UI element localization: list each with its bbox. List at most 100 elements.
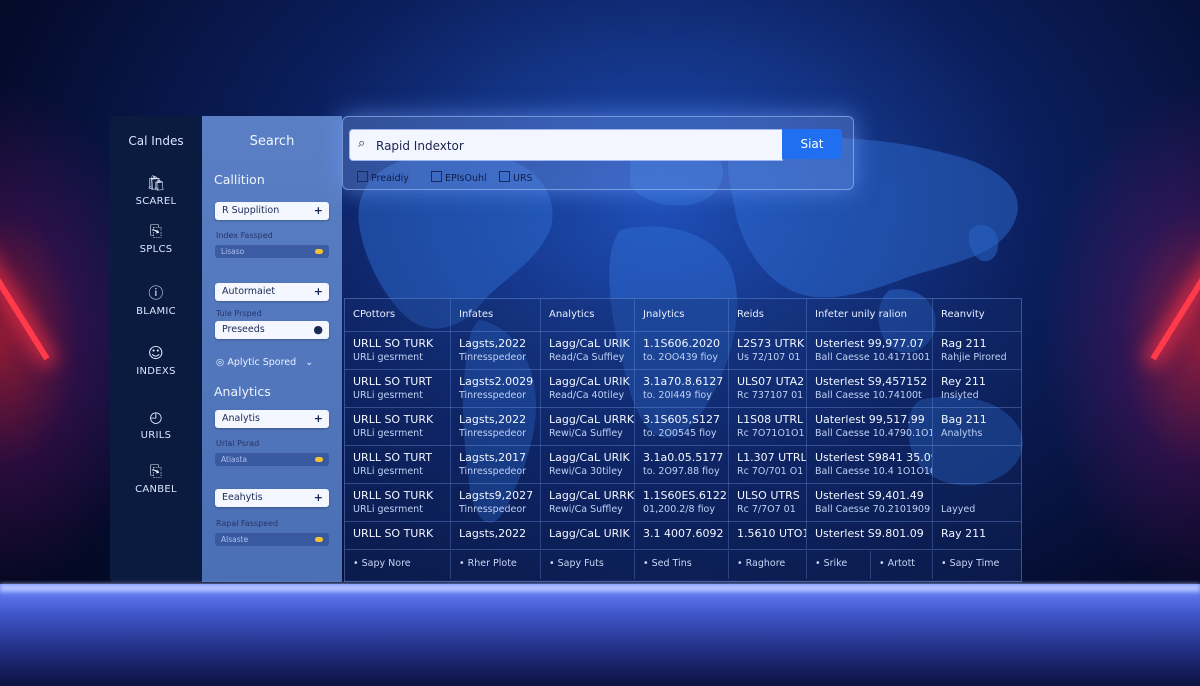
plus-icon: + [313, 285, 323, 298]
filter-bar-label: Alsaste [221, 535, 249, 544]
table-cell: URLL SO TURT URLi gesrment [345, 445, 451, 483]
floor-surface [0, 584, 1200, 686]
plus-icon: + [313, 204, 323, 217]
option-label: Preaidiy [371, 173, 409, 184]
footer-link[interactable]: • Sapy Time [933, 551, 1021, 579]
filter-toggle-bar[interactable]: Atiasta [215, 453, 329, 466]
table-row[interactable]: URLL SO TURT URLi gesrment Lagsts2.0029 Ti… [345, 369, 1021, 408]
nav-item-indexs[interactable]: ☺ INDEXS [110, 344, 202, 377]
table-row[interactable]: URLL SO TURT URLi gesrment Lagsts,2017 Tin… [345, 445, 1021, 484]
copy-icon: ⎘ [149, 222, 163, 240]
toggle-indicator-icon [315, 457, 323, 462]
table-cell: 3.1a0.05.5177 to. 2O97.88 fioy [635, 445, 729, 483]
left-neon-light [0, 230, 50, 361]
filter-button[interactable]: Analytis + [215, 410, 329, 428]
footer-link[interactable]: • Sed Tins [635, 551, 729, 579]
results-table: CPottors Infates Analytics Jnalytics Rei… [344, 298, 1022, 582]
table-cell: Lagg/CaL URRK Rewi/Ca Suffley [541, 407, 635, 445]
nav-item-label: CANBEL [135, 484, 177, 495]
option-checkbox[interactable]: Preaidiy [357, 171, 409, 184]
table-cell: Lagsts2.0029 Tinresspedeor [451, 369, 541, 407]
table-cell: Lagg/CaL URRK Rewi/Ca Suffley [541, 483, 635, 521]
filter-button[interactable]: Autormaiet + [215, 283, 329, 301]
footer-link[interactable]: • Sapy Nore [345, 551, 451, 579]
table-cell: Bag 211 Analyths [941, 413, 987, 439]
right-glow [1040, 80, 1200, 600]
table-cell: Usterlest S9.801.09 [807, 521, 933, 549]
option-label: URS [513, 173, 533, 184]
filter-bar-label: Atiasta [221, 455, 248, 464]
toggle-indicator-icon [315, 249, 323, 254]
column-header[interactable]: Infates [451, 299, 541, 331]
option-checkbox[interactable]: EPIsOuhl [431, 171, 487, 184]
filter-caption: Urlal Psrad [216, 439, 260, 448]
table-header-row: CPottors Infates Analytics Jnalytics Rei… [345, 299, 1021, 332]
table-cell: URLL SO TURK [345, 521, 451, 549]
table-cell: Usterlest S9,457152 Ball Caesse 10.74100t [807, 369, 933, 407]
option-checkbox[interactable]: URS [499, 171, 533, 184]
footer-link[interactable]: • Raghore [729, 551, 807, 579]
column-header[interactable]: Infeter unily ralion [807, 299, 933, 331]
column-header[interactable]: CPottors [345, 299, 451, 331]
tag-icon: ⎘ [149, 462, 163, 480]
column-header[interactable]: Analytics [541, 299, 635, 331]
toggle-indicator-icon [315, 537, 323, 542]
column-header[interactable]: Jnalytics [635, 299, 729, 331]
nav-item-label: SPLCS [139, 244, 173, 255]
radio-icon: ● [313, 323, 323, 336]
filter-checkbox-label: Aplytic Spored [227, 357, 297, 368]
table-cell: Lagg/CaL URIK Read/Ca Suffiey [541, 331, 635, 369]
nav-sidebar: Cal Indes 🛍︎ SCAREL ⎘ SPLCS ⓘ BLAMIC ☺ I… [110, 116, 202, 582]
filter-button-label: Preseeds [222, 324, 265, 335]
column-header[interactable]: Reids [729, 299, 807, 331]
chevron-down-icon: ⌄ [305, 357, 314, 368]
right-neon-light [1150, 230, 1200, 361]
section-heading: Analytics [214, 384, 271, 399]
nav-item-label: BLAMIC [136, 306, 176, 317]
search-button[interactable]: Siat [782, 129, 842, 159]
filter-toggle-bar[interactable]: Alsaste [215, 533, 329, 546]
search-panel: ⌕ Siat Preaidiy EPIsOuhl URS [342, 116, 854, 190]
nav-item-splcs[interactable]: ⎘ SPLCS [110, 222, 202, 255]
search-box[interactable]: ⌕ [349, 129, 783, 161]
filter-button[interactable]: R Supplition + [215, 202, 329, 220]
app-title: Cal Indes [128, 134, 184, 148]
table-cell: Usterlest S9,401.49 Ball Caesse 70.210190… [807, 483, 933, 521]
nav-item-scarel[interactable]: 🛍︎ SCAREL [110, 174, 202, 207]
search-input[interactable] [374, 134, 778, 158]
nav-item-blamic[interactable]: ⓘ BLAMIC [110, 284, 202, 317]
table-cell: URLL SO TURK URLi gesrment [345, 483, 451, 521]
table-cell: L2S73 UTRK Us 72/107 01 [729, 331, 807, 369]
table-cell: Lagsts,2022 Tinresspedeor [451, 331, 541, 369]
filter-bar-label: Lisaso [221, 247, 245, 256]
section-heading: Callition [214, 172, 265, 187]
table-row[interactable]: URLL SO TURK Lagsts,2022 Lagg/CaL URIK 3… [345, 521, 1021, 550]
table-row[interactable]: URLL SO TURK URLi gesrment Lagsts9,2027 Ti… [345, 483, 1021, 522]
table-row[interactable]: URLL SO TURK URLi gesrment Lagsts,2022 Tin… [345, 407, 1021, 446]
checkbox-icon [357, 171, 368, 182]
filter-caption: Index Fassped [216, 231, 273, 240]
footer-link[interactable]: • Srike [807, 551, 871, 579]
filter-button[interactable]: Preseeds ● [215, 321, 329, 339]
table-cell: 1.1S60ES.6122 01,200.2/8 fioy [635, 483, 729, 521]
nav-item-canbel[interactable]: ⎘ CANBEL [110, 462, 202, 495]
filter-button-label: R Supplition [222, 205, 280, 216]
footer-link[interactable]: • Artott [871, 551, 933, 579]
nav-item-label: URILS [140, 430, 172, 441]
table-row[interactable]: URLL SO TURK URLi gesrment Lagsts,2022 Tin… [345, 331, 1021, 370]
filter-checkbox[interactable]: ◎ Aplytic Spored ⌄ [216, 357, 313, 368]
table-cell: Lagsts,2022 Tinresspedeor [451, 407, 541, 445]
table-cell: Lagsts9,2027 Tinresspedeor [451, 483, 541, 521]
nav-item-urils[interactable]: ◴ URILS [110, 408, 202, 441]
footer-link[interactable]: • Rher Plote [451, 551, 541, 579]
option-label: EPIsOuhl [445, 173, 487, 184]
filter-toggle-bar[interactable]: Lisaso [215, 245, 329, 258]
filter-caption: Rapal Fasspeed [216, 519, 279, 528]
nav-item-label: SCAREL [135, 196, 177, 207]
filter-button-label: Autormaiet [222, 286, 276, 297]
column-header[interactable]: Reanvity [933, 299, 1021, 331]
filter-button[interactable]: Eeahytis + [215, 489, 329, 507]
footer-link[interactable]: • Sapy Futs [541, 551, 635, 579]
filter-button-label: Eeahytis [222, 492, 263, 503]
clock-icon: ◴ [149, 408, 163, 426]
